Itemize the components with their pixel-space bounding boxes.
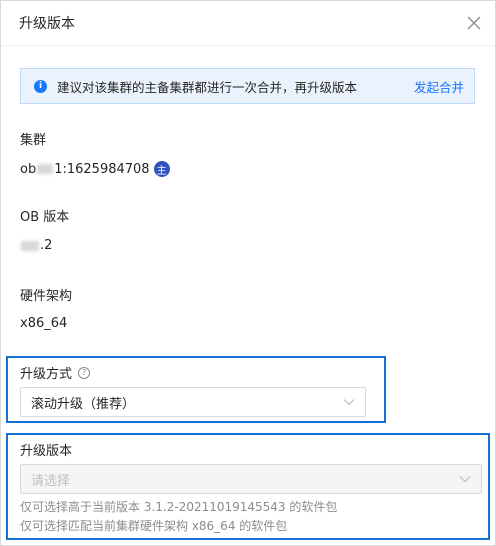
cluster-value-suffix: 1:1625984708 — [54, 161, 150, 177]
upgrade-method-label-row: 升级方式 ? — [20, 363, 91, 382]
upgrade-method-section: 升级方式 ? 滚动升级（推荐） — [6, 356, 386, 423]
ob-version-value: .2 — [20, 238, 52, 253]
upgrade-method-label: 升级方式 — [20, 367, 73, 382]
redacted-mark — [37, 164, 54, 174]
upgrade-method-value: 滚动升级（推荐） — [31, 396, 136, 412]
chevron-down-icon — [343, 399, 355, 406]
hardware-value: x86_64 — [20, 316, 68, 331]
upgrade-version-section: 升级版本 请选择 仅可选择高于当前版本 3.1.2-20211019145543… — [6, 433, 490, 540]
upgrade-version-select[interactable]: 请选择 — [20, 464, 482, 494]
question-icon[interactable]: ? — [78, 366, 91, 379]
upgrade-version-help-2: 仅可选择匹配当前集群硬件架构 x86_64 的软件包 — [20, 519, 288, 533]
alert-message: 建议对该集群的主备集群都进行一次合并，再升级版本 — [57, 79, 358, 95]
chevron-down-icon — [459, 476, 471, 483]
upgrade-version-help-1: 仅可选择高于当前版本 3.1.2-20211019145543 的软件包 — [20, 500, 338, 514]
upgrade-method-select[interactable]: 滚动升级（推荐） — [20, 387, 366, 417]
redacted-mark — [21, 240, 39, 251]
cluster-value: ob 1:1625984708 主 — [20, 161, 170, 177]
upgrade-dialog: 升级版本 i 建议对该集群的主备集群都进行一次合并，再升级版本 发起合并 集群 … — [0, 0, 496, 546]
primary-badge: 主 — [153, 161, 170, 177]
start-merge-link[interactable]: 发起合并 — [414, 77, 464, 96]
cluster-label: 集群 — [20, 133, 47, 148]
cluster-value-prefix: ob — [20, 161, 37, 177]
upgrade-version-placeholder: 请选择 — [31, 473, 71, 489]
close-icon[interactable] — [465, 14, 483, 32]
dialog-title: 升级版本 — [19, 16, 75, 32]
ob-version-label: OB 版本 — [20, 210, 70, 225]
merge-alert: i 建议对该集群的主备集群都进行一次合并，再升级版本 发起合并 — [20, 68, 475, 104]
upgrade-version-label: 升级版本 — [20, 444, 73, 459]
dialog-header: 升级版本 — [1, 1, 495, 46]
ob-version-value-suffix: .2 — [40, 238, 53, 253]
info-icon: i — [34, 79, 47, 93]
hardware-label: 硬件架构 — [20, 289, 73, 304]
